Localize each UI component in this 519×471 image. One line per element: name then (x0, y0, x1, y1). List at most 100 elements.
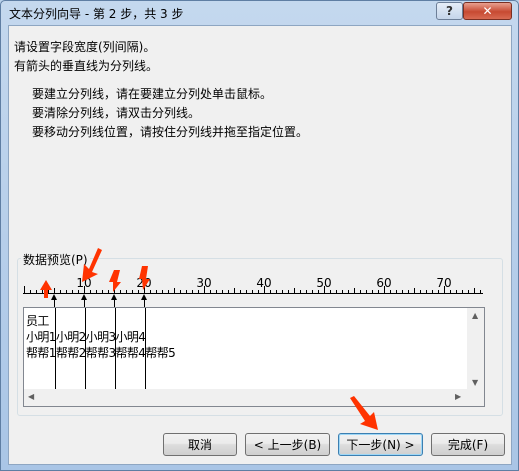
next-button[interactable]: 下一步(N) > (338, 433, 423, 456)
data-preview-grid[interactable]: 员工 小明1小明2小明3小明4 帮帮1帮帮2帮帮3帮帮4帮帮5 ▲ ▼ ◀ ▶ (23, 307, 485, 407)
column-break-line[interactable] (55, 308, 56, 390)
ruler-tick (216, 290, 217, 293)
instruction-bullet-1: 要建立分列线，请在要建立分列处单击鼠标。 (32, 87, 273, 101)
ruler-tick (420, 290, 421, 293)
ruler-tick (96, 290, 97, 293)
ruler-tick (126, 290, 127, 293)
scrollbar-corner (467, 389, 484, 406)
ruler-tick (252, 290, 253, 293)
ruler-tick (240, 290, 241, 293)
column-break-line[interactable] (145, 308, 146, 390)
ruler-tick (150, 290, 151, 293)
help-button[interactable]: ? (436, 2, 463, 20)
ruler-tick (30, 290, 31, 293)
ruler-tick (348, 290, 349, 293)
preview-row-1: 员工 (26, 314, 49, 328)
ruler-tick (360, 290, 361, 293)
ruler-tick (402, 290, 403, 293)
title-bar[interactable]: 文本分列向导 - 第 2 步，共 3 步 ? ✕ (1, 1, 518, 25)
ruler-tick (414, 288, 415, 293)
ruler-tick (342, 290, 343, 293)
ruler-number: 40 (256, 276, 272, 290)
ruler-tick (282, 290, 283, 293)
ruler-tick (36, 290, 37, 293)
ruler-tick (228, 290, 229, 293)
ruler-tick (300, 290, 301, 293)
ruler-tick (480, 290, 481, 293)
instruction-bullet-2: 要清除分列线，请双击分列线。 (32, 106, 201, 120)
ruler-tick (450, 290, 451, 293)
ruler-tick (24, 286, 25, 293)
ruler-tick (366, 290, 367, 293)
ruler-tick (78, 290, 79, 293)
ruler-tick (180, 290, 181, 293)
ruler-tick (156, 290, 157, 293)
column-break-stem[interactable] (54, 300, 55, 307)
ruler-number: 10 (76, 276, 92, 290)
ruler-tick (288, 290, 289, 293)
ruler-number: 70 (436, 276, 452, 290)
close-button[interactable]: ✕ (463, 2, 512, 20)
ruler-tick (72, 290, 73, 293)
ruler-tick (102, 290, 103, 293)
column-break-stem[interactable] (84, 300, 85, 307)
ruler-tick (174, 288, 175, 293)
ruler-tick (108, 290, 109, 293)
scroll-left-icon[interactable]: ◀ (28, 392, 34, 401)
ruler-number: 60 (376, 276, 392, 290)
ruler-tick (132, 290, 133, 293)
ruler-tick (66, 290, 67, 293)
ruler-tick (198, 290, 199, 293)
column-break-line[interactable] (115, 308, 116, 390)
horizontal-scrollbar[interactable]: ◀ ▶ (24, 389, 468, 406)
ruler-tick (408, 290, 409, 293)
ruler-tick (378, 290, 379, 293)
ruler-tick (186, 290, 187, 293)
ruler-tick (294, 288, 295, 293)
ruler-tick (456, 290, 457, 293)
window-title: 文本分列向导 - 第 2 步，共 3 步 (9, 7, 184, 21)
ruler-baseline (23, 293, 483, 294)
ruler-tick (426, 290, 427, 293)
ruler-number: 50 (316, 276, 332, 290)
instruction-line-1: 请设置字段宽度(列间隔)。 (14, 40, 156, 54)
ruler-tick (60, 290, 61, 293)
column-break-line[interactable] (85, 308, 86, 390)
scroll-down-icon[interactable]: ▼ (472, 378, 478, 387)
ruler-tick (390, 290, 391, 293)
ruler-tick (438, 290, 439, 293)
ruler-tick (306, 290, 307, 293)
finish-button[interactable]: 完成(F) (431, 433, 505, 456)
ruler-number: 30 (196, 276, 212, 290)
ruler-number: 20 (136, 276, 152, 290)
ruler-tick (276, 290, 277, 293)
scroll-up-icon[interactable]: ▲ (472, 311, 478, 320)
ruler-tick (372, 290, 373, 293)
ruler-tick (162, 290, 163, 293)
column-break-stem[interactable] (144, 300, 145, 307)
cancel-button[interactable]: 取消 (163, 433, 237, 456)
ruler-tick (120, 290, 121, 293)
ruler-tick (246, 290, 247, 293)
data-preview-label: 数据预览(P) (21, 251, 90, 268)
ruler-tick (42, 290, 43, 293)
ruler-tick (474, 288, 475, 293)
column-break-stem[interactable] (114, 300, 115, 307)
preview-content[interactable]: 员工 小明1小明2小明3小明4 帮帮1帮帮2帮帮3帮帮4帮帮5 (24, 308, 468, 390)
ruler-tick (90, 290, 91, 293)
ruler-tick (48, 290, 49, 293)
ruler-tick (336, 290, 337, 293)
ruler-tick (138, 290, 139, 293)
ruler-tick (312, 290, 313, 293)
ruler-tick (258, 290, 259, 293)
ruler-tick (318, 290, 319, 293)
ruler-tick (54, 288, 55, 293)
scroll-right-icon[interactable]: ▶ (455, 392, 461, 401)
ruler-tick (222, 290, 223, 293)
vertical-scrollbar[interactable]: ▲ ▼ (467, 308, 484, 390)
instruction-bullet-3: 要移动分列线位置，请按住分列线并拖至指定位置。 (32, 125, 309, 139)
ruler-tick (168, 290, 169, 293)
column-ruler[interactable]: 10 20 30 40 50 60 70 (23, 276, 483, 307)
ruler-tick (330, 290, 331, 293)
back-button[interactable]: < 上一步(B) (245, 433, 330, 456)
